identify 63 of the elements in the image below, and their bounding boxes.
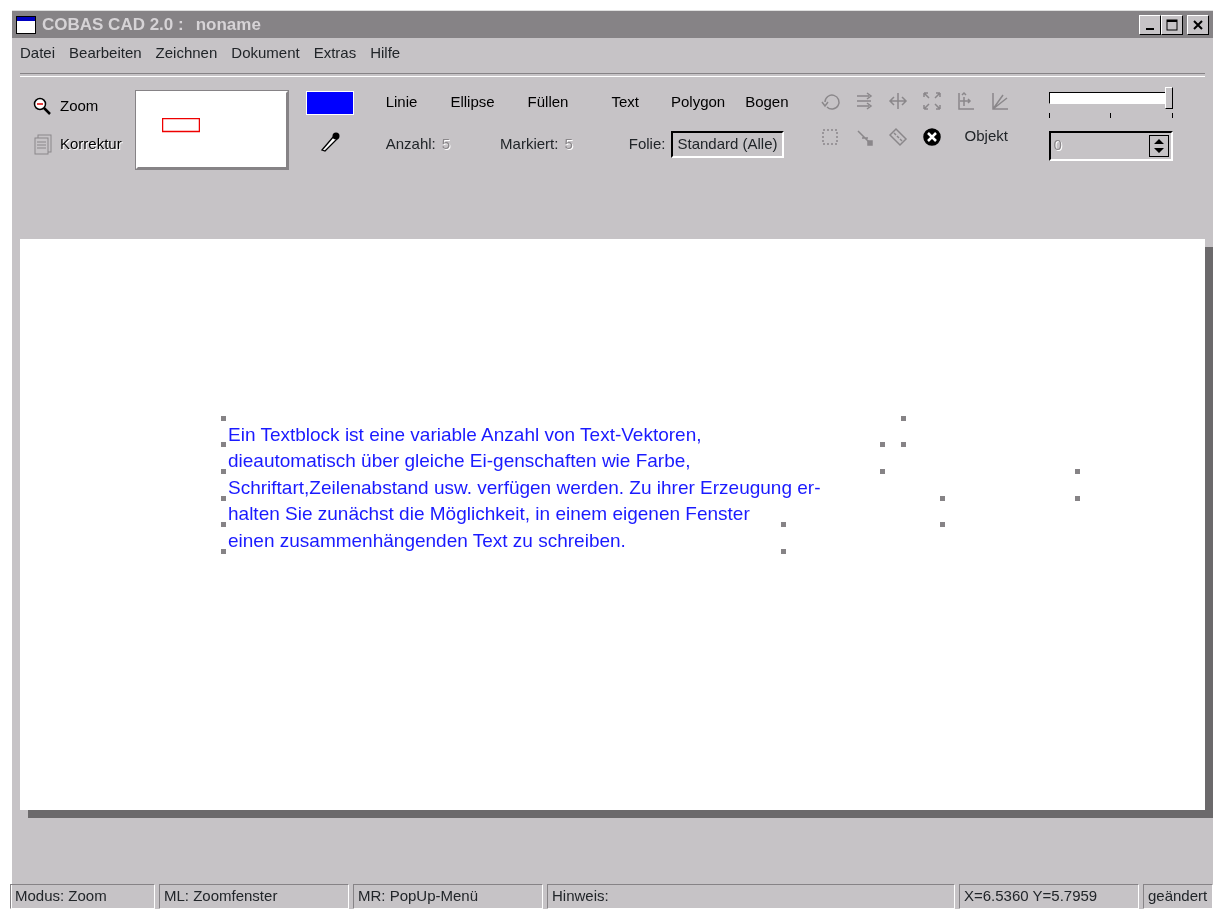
selection-handle[interactable] [221,415,226,421]
selection-handle[interactable] [781,521,786,527]
menu-item[interactable]: Extras [313,42,357,65]
selection-handle[interactable] [221,441,226,447]
status-field: geändert [1143,884,1213,909]
window-title: COBAS CAD 2.0 : [42,13,184,36]
text-line: dieautomatisch über gleiche Ei-genschaften wie Farbe, [228,449,691,473]
menu-item[interactable]: Datei [20,42,56,65]
preview-thumbnail[interactable] [135,90,288,169]
zoom-button[interactable]: Zoom [32,94,122,117]
text-line: Ein Textblock ist eine variable Anzahl von Text-Vektoren, [228,422,702,447]
close-icon [1192,18,1204,31]
anzahl-label: Anzahl: [385,134,436,154]
tool-button[interactable]: Linie [385,90,418,113]
slider-thumb[interactable] [1164,86,1173,109]
color-swatch[interactable] [305,90,354,115]
selection-handle[interactable] [221,495,226,501]
markiert-count: 5 [564,134,573,154]
status-field: MR: PopUp-Menü [353,884,543,909]
markiert-label: Markiert: [500,134,559,154]
selection-handle[interactable] [880,468,885,474]
status-field: Modus: Zoom [10,884,155,909]
selection-handle[interactable] [940,495,945,501]
minimize-icon [1146,27,1154,30]
pen-icon[interactable] [318,130,341,153]
tool-button[interactable]: Text [611,90,639,113]
spinner-value: 0 [1053,135,1062,156]
text-line: einen zusammenhängenden Text zu schreiben. [228,528,626,553]
selection-handle[interactable] [901,415,906,421]
selection-handle[interactable] [1075,495,1080,501]
magnifier-icon [32,95,52,116]
folie-label: Folie: [628,134,666,154]
maximize-icon [1166,18,1178,31]
menu-item[interactable]: Hilfe [370,42,401,65]
text-line: Schriftart,Zeilenabstand usw. verfügen werden. Zu ihrer Erzeugung er- [228,475,821,500]
tool-button[interactable]: Bogen [745,90,789,113]
app-icon [16,15,36,34]
menu-item[interactable]: Dokument [231,42,300,65]
status-field: Hinweis: [547,884,955,909]
slider[interactable] [1048,86,1173,109]
menu-item[interactable]: Bearbeiten [69,42,142,65]
selection-handle[interactable] [781,548,786,554]
status-field: ML: Zoomfenster [159,884,349,909]
selection-handle[interactable] [940,521,945,527]
menu-item[interactable]: Zeichnen [155,42,218,65]
status-field: X=6.5360 Y=5.7959 [959,884,1139,909]
maximize-button[interactable] [1161,14,1183,35]
selection-handle[interactable] [221,548,226,554]
selection-handle[interactable] [221,468,226,474]
tool-button[interactable]: Ellipse [450,90,495,113]
anzahl-count: 5 [441,134,451,154]
text-line: halten Sie zunächst die Möglichkeit, in einem eigenen Fenster [228,502,750,526]
selection-handle[interactable] [221,521,226,527]
folie-field[interactable]: Standard (Alle) [671,131,784,158]
minimize-button[interactable] [1139,14,1161,35]
tool-button[interactable]: Füllen [527,90,569,113]
selection-handle[interactable] [901,441,906,447]
close-button[interactable] [1187,14,1209,35]
selection-handle[interactable] [880,441,885,447]
objekt-label: Objekt [964,126,1008,147]
tool-button[interactable]: Polygon [670,90,726,113]
document-name: noname [195,13,261,36]
selection-handle[interactable] [1075,468,1080,474]
